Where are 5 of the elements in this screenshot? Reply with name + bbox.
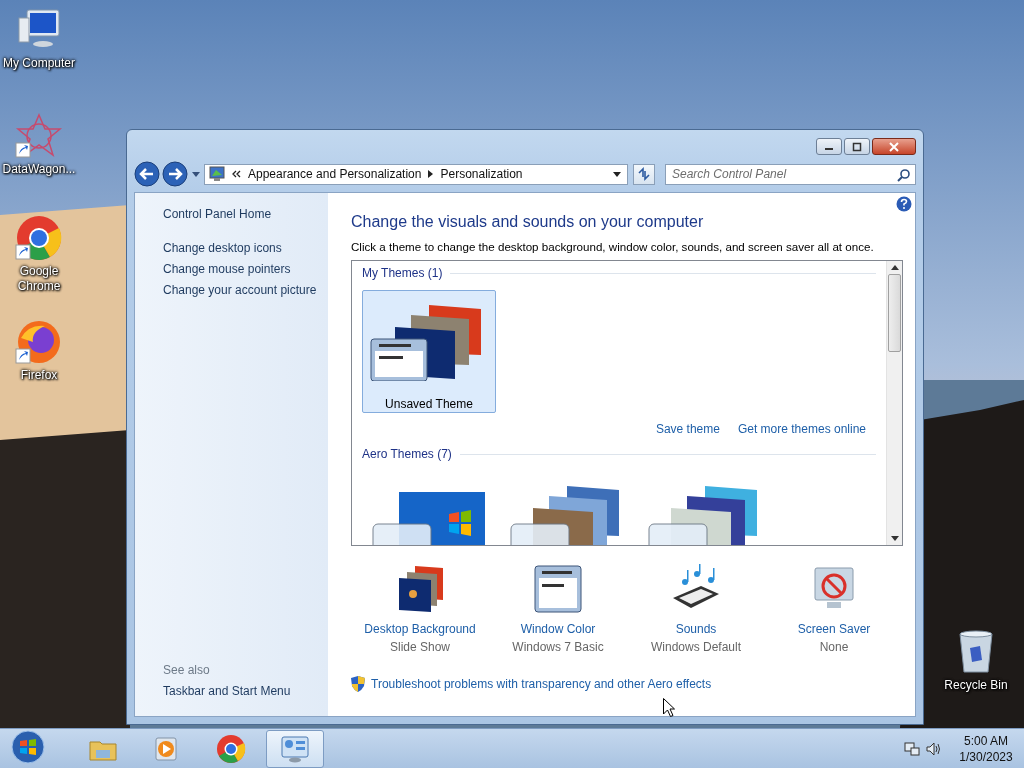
volume-icon[interactable]	[926, 740, 942, 757]
control-panel-icon[interactable]	[266, 729, 324, 768]
clock-time[interactable]: 5:00 AM	[964, 732, 1008, 749]
clock-date[interactable]: 1/30/2023	[959, 748, 1013, 765]
network-icon[interactable]	[904, 740, 920, 757]
